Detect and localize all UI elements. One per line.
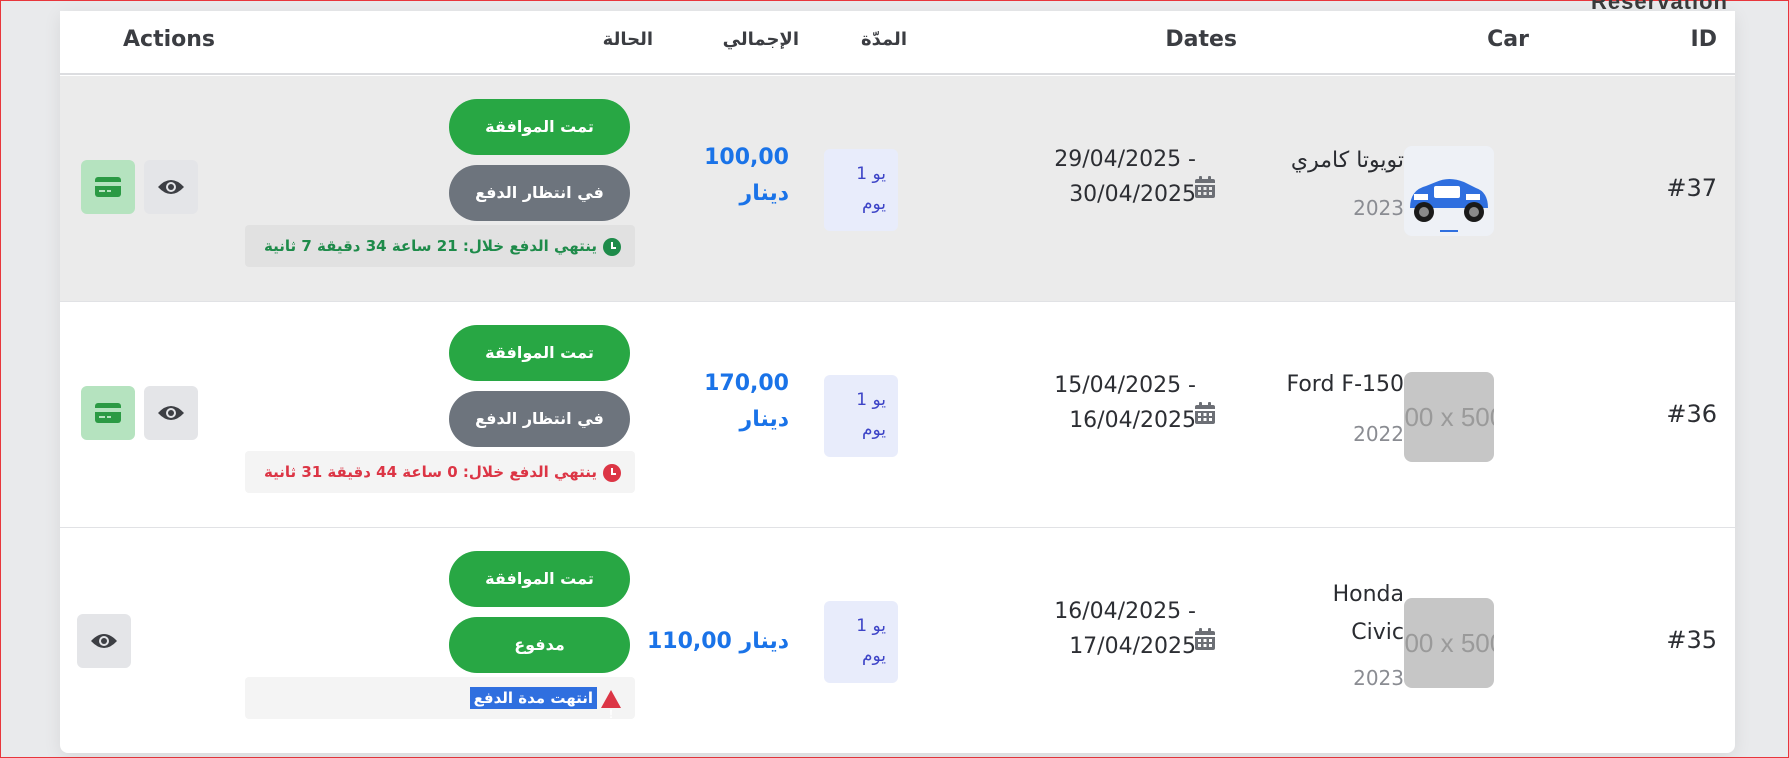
- header-actions: Actions: [123, 27, 215, 52]
- date-to: 17/04/2025: [1069, 634, 1196, 659]
- total-amount: 110,00 دينار: [646, 629, 789, 654]
- header-duration: المدّة: [860, 29, 907, 50]
- date-to: 30/04/2025: [1069, 182, 1196, 207]
- reservation-id: #35: [1666, 626, 1717, 654]
- calendar-icon: [1195, 402, 1215, 424]
- expired-text: انتهت مدة الدفع: [469, 687, 597, 709]
- duration-badge: 1 يو يوم: [824, 149, 898, 231]
- table-header: ID Car Dates المدّة الإجمالي الحالة Acti…: [60, 11, 1735, 75]
- total-amount: 170,00 دينار: [704, 366, 789, 438]
- car-thumbnail-placeholder: 300 x 500: [1404, 598, 1494, 688]
- placeholder-text: 300 x 500: [1404, 402, 1494, 432]
- car-year: 2022: [1353, 422, 1404, 446]
- eye-icon: [158, 406, 184, 420]
- header-car: Car: [1487, 27, 1529, 52]
- table-row: #35 300 x 500 Honda Civic 2023 16/04/202…: [60, 528, 1735, 753]
- reservation-id: #37: [1666, 174, 1717, 202]
- car-name: Ford F-150: [1286, 372, 1404, 397]
- pay-button[interactable]: [81, 160, 135, 214]
- payment-timer: ينتهي الدفع خلال: 21 ساعة 34 دقيقة 7 ثان…: [245, 225, 635, 267]
- total-currency: دينار: [739, 407, 789, 432]
- date-from: 29/04/2025 -: [1054, 147, 1196, 172]
- credit-card-icon: [95, 403, 121, 423]
- status-approved-badge: تمت الموافقة: [449, 551, 630, 607]
- total-value: 170,00: [704, 371, 789, 396]
- total-value: 100,00: [704, 145, 789, 170]
- car-thumbnail: [1404, 146, 1494, 236]
- eye-icon: [158, 180, 184, 194]
- calendar-icon: [1195, 176, 1215, 198]
- credit-card-icon: [95, 177, 121, 197]
- placeholder-text: 300 x 500: [1404, 628, 1494, 658]
- car-name: Honda Civic: [1254, 576, 1404, 652]
- reservations-table: ID Car Dates المدّة الإجمالي الحالة Acti…: [60, 11, 1735, 753]
- duration-unit: يوم: [861, 420, 886, 440]
- view-button[interactable]: [77, 614, 131, 668]
- header-total: الإجمالي: [722, 29, 799, 50]
- duration-badge: 1 يو يوم: [824, 601, 898, 683]
- timer-text: ينتهي الدفع خلال: 21 ساعة 34 دقيقة 7 ثان…: [263, 237, 597, 255]
- duration-unit: يوم: [861, 646, 886, 666]
- car-name: تويوتا كامري: [1290, 148, 1404, 173]
- header-dates: Dates: [1165, 27, 1237, 52]
- reservation-dates: 29/04/2025 - 30/04/2025: [996, 142, 1196, 212]
- timer-text: ينتهي الدفع خلال: 0 ساعة 44 دقيقة 31 ثان…: [263, 463, 597, 481]
- calendar-icon: [1195, 628, 1215, 650]
- header-status: الحالة: [602, 29, 653, 50]
- clock-icon: [603, 463, 621, 482]
- car-name-line-1: Honda: [1332, 582, 1404, 607]
- header-id: ID: [1690, 27, 1717, 52]
- status-paid-badge: مدفوع: [449, 617, 630, 673]
- table-row: #36 300 x 500 Ford F-150 2022 15/04/2025…: [60, 302, 1735, 528]
- reservation-dates: 16/04/2025 - 17/04/2025: [996, 594, 1196, 664]
- car-name-line-2: Civic: [1351, 620, 1404, 645]
- eye-icon: [91, 634, 117, 648]
- payment-timer: ينتهي الدفع خلال: 0 ساعة 44 دقيقة 31 ثان…: [245, 451, 635, 493]
- duration-value: 1 يو: [856, 616, 886, 636]
- reservation-id: #36: [1666, 400, 1717, 428]
- status-pending-payment-badge: في انتظار الدفع: [449, 391, 630, 447]
- view-button[interactable]: [144, 160, 198, 214]
- clock-icon: [603, 237, 621, 256]
- duration-badge: 1 يو يوم: [824, 375, 898, 457]
- car-year: 2023: [1353, 196, 1404, 220]
- reservation-dates: 15/04/2025 - 16/04/2025: [996, 368, 1196, 438]
- duration-unit: يوم: [861, 194, 886, 214]
- status-approved-badge: تمت الموافقة: [449, 325, 630, 381]
- payment-expired-notice: انتهت مدة الدفع: [245, 677, 635, 735]
- duration-value: 1 يو: [856, 164, 886, 184]
- status-approved-badge: تمت الموافقة: [449, 99, 630, 155]
- date-from: 16/04/2025 -: [1054, 599, 1196, 624]
- car-thumbnail-placeholder: 300 x 500: [1404, 372, 1494, 462]
- date-from: 15/04/2025 -: [1054, 373, 1196, 398]
- total-amount: 100,00 دينار: [704, 140, 789, 212]
- total-currency: دينار: [739, 181, 789, 206]
- date-to: 16/04/2025: [1069, 408, 1196, 433]
- table-row: #37 تويوتا كامري 2023 29/04/2025 - 30/04…: [60, 76, 1735, 302]
- duration-value: 1 يو: [856, 390, 886, 410]
- view-button[interactable]: [144, 386, 198, 440]
- warning-icon: [601, 689, 621, 735]
- pay-button[interactable]: [81, 386, 135, 440]
- status-pending-payment-badge: في انتظار الدفع: [449, 165, 630, 221]
- car-year: 2023: [1353, 666, 1404, 690]
- car-image-icon: [1404, 146, 1494, 236]
